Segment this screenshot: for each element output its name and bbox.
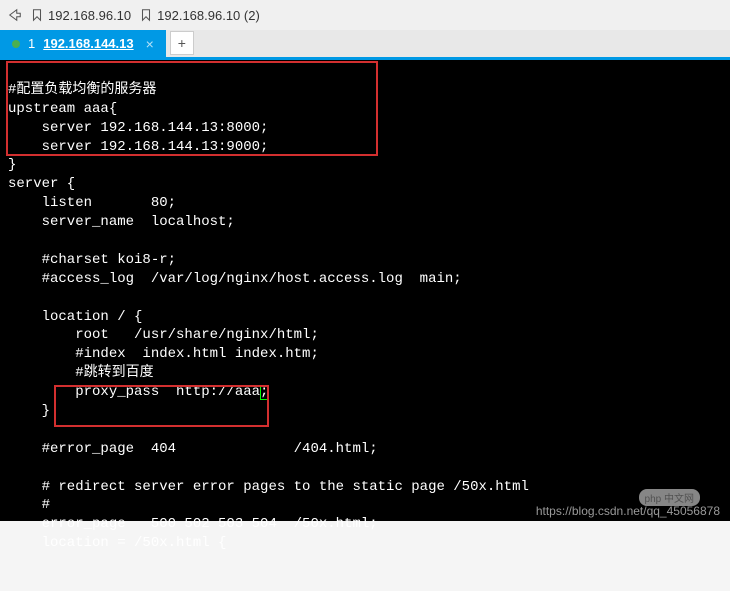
cursor-icon [260, 386, 268, 400]
code-line: server 192.168.144.13:9000; [8, 139, 268, 155]
bookmark-item-2[interactable]: 192.168.96.10 (2) [139, 8, 260, 23]
bookmark-icon [30, 8, 44, 22]
code-line: error_page 500 502 503 504 /50x.html; [8, 516, 378, 532]
code-line: # redirect server error pages to the sta… [8, 479, 529, 495]
code-line: listen 80; [8, 195, 176, 211]
close-icon[interactable]: × [146, 36, 154, 52]
code-line: location / { [8, 309, 142, 325]
code-line: upstream aaa{ [8, 101, 117, 117]
bookmark-icon [139, 8, 153, 22]
code-line: #index index.html index.htm; [8, 346, 319, 362]
bookmark-label: 192.168.96.10 [48, 8, 131, 23]
terminal-content[interactable]: #配置负载均衡的服务器 upstream aaa{ server 192.168… [0, 60, 730, 521]
code-line: #配置负载均衡的服务器 [8, 82, 156, 98]
code-line: #charset koi8-r; [8, 252, 176, 268]
arrow-icon[interactable] [8, 8, 22, 22]
tab-index: 1 [28, 36, 35, 51]
status-dot-icon [12, 40, 20, 48]
code-line: server_name localhost; [8, 214, 235, 230]
code-line: proxy_pass http://aaa; [8, 384, 268, 400]
code-line: #跳转到百度 [8, 365, 154, 381]
bookmark-label: 192.168.96.10 (2) [157, 8, 260, 23]
code-line: # [8, 497, 50, 513]
code-line: root /usr/share/nginx/html; [8, 327, 319, 343]
code-line: #access_log /var/log/nginx/host.access.l… [8, 271, 462, 287]
add-tab-button[interactable]: + [170, 31, 194, 55]
bookmark-item-1[interactable]: 192.168.96.10 [30, 8, 131, 23]
code-line: #error_page 404 /404.html; [8, 441, 378, 457]
code-line: } [8, 157, 16, 173]
code-line: } [8, 403, 50, 419]
tab-bar: 1 192.168.144.13 × + [0, 30, 730, 60]
tab-label: 192.168.144.13 [43, 36, 133, 51]
tab-active[interactable]: 1 192.168.144.13 × [0, 30, 166, 57]
code-line: server { [8, 176, 75, 192]
code-line: location = /50x.html { [8, 535, 226, 551]
code-line: server 192.168.144.13:8000; [8, 120, 268, 136]
watermark-text: https://blog.csdn.net/qq_45056878 [536, 504, 720, 518]
bookmark-toolbar: 192.168.96.10 192.168.96.10 (2) [0, 0, 730, 30]
